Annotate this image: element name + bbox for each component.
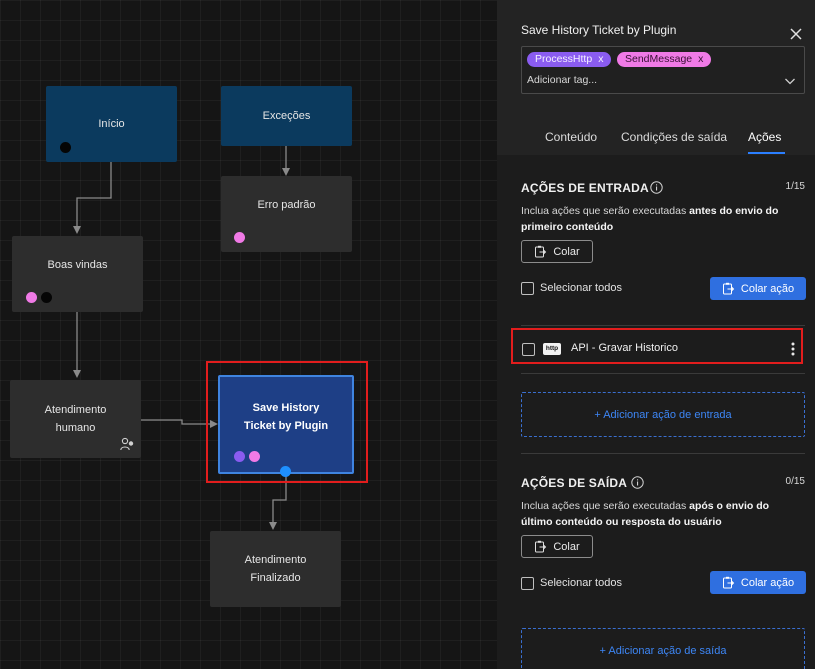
- select-all-label: Selecionar todos: [540, 577, 622, 589]
- node-label-line: Finalizado: [250, 572, 301, 584]
- node-label: Início: [98, 118, 125, 130]
- edge-inicio-boas-vindas: [76, 162, 112, 228]
- tab-condicoes-saida[interactable]: Condições de saída: [621, 130, 727, 144]
- node-dot: [234, 232, 245, 243]
- button-label: Colar ação: [740, 282, 795, 295]
- node-erro-padrao[interactable]: Erro padrão: [221, 176, 352, 252]
- active-tab-indicator: [748, 152, 785, 154]
- button-label: Colar ação: [740, 576, 795, 589]
- select-all-checkbox[interactable]: [521, 577, 534, 590]
- paste-button[interactable]: Colar: [521, 240, 593, 263]
- edge-atendimento-save: [141, 419, 212, 425]
- button-label: Colar: [553, 245, 580, 258]
- node-label: Atendimento Finalizado: [225, 551, 327, 587]
- remove-tag-button[interactable]: x: [598, 53, 603, 65]
- close-icon[interactable]: [789, 27, 803, 41]
- divider: [521, 373, 805, 374]
- properties-panel: Save History Ticket by Plugin ProcessHtt…: [497, 0, 815, 669]
- paste-icon: [722, 576, 735, 589]
- tag-chip: ProcessHttp x: [527, 52, 612, 67]
- panel-title: Save History Ticket by Plugin: [521, 23, 677, 37]
- chevron-down-icon[interactable]: [784, 75, 796, 87]
- node-label-line: humano: [55, 422, 96, 434]
- edge-save-finalizado: [272, 476, 287, 524]
- node-label: Exceções: [262, 110, 311, 122]
- paste-icon: [722, 282, 735, 295]
- description-text: Inclua ações que serão executadas: [521, 500, 690, 512]
- node-inicio[interactable]: Início: [46, 86, 177, 162]
- node-label: Erro padrão: [257, 199, 316, 211]
- add-entry-action-button[interactable]: + Adicionar ação de entrada: [521, 392, 805, 437]
- divider: [521, 453, 805, 454]
- button-label: Colar: [553, 540, 580, 553]
- node-label-line: Atendimento: [44, 404, 107, 416]
- select-all-label: Selecionar todos: [540, 282, 622, 294]
- divider: [521, 325, 805, 326]
- info-icon[interactable]: [650, 181, 663, 194]
- node-dot: [41, 292, 52, 303]
- node-atendimento-humano[interactable]: Atendimento humano: [10, 380, 141, 458]
- tag-label: SendMessage: [625, 53, 693, 65]
- paste-action-button[interactable]: Colar ação: [710, 571, 806, 594]
- node-atendimento-finalizado[interactable]: Atendimento Finalizado: [210, 531, 341, 607]
- remove-tag-button[interactable]: x: [698, 53, 703, 65]
- tag-chip: SendMessage x: [617, 52, 712, 67]
- add-exit-action-button[interactable]: + Adicionar ação de saída: [521, 628, 805, 669]
- panel-header: Save History Ticket by Plugin ProcessHtt…: [497, 0, 815, 155]
- tab-acoes[interactable]: Ações: [748, 130, 781, 144]
- node-excecoes[interactable]: Exceções: [221, 86, 352, 146]
- highlight-frame: [206, 361, 368, 483]
- node-dot: [60, 142, 71, 153]
- node-label-line: Atendimento: [244, 554, 307, 566]
- entry-actions-title: AÇÕES DE ENTRADA: [521, 181, 649, 195]
- entry-actions-description: Inclua ações que serão executadas antes …: [521, 203, 791, 235]
- entry-actions-counter: 1/15: [785, 181, 805, 192]
- highlight-frame: [511, 328, 803, 364]
- tag-label: ProcessHttp: [535, 53, 593, 65]
- exit-actions-description: Inclua ações que serão executadas após o…: [521, 498, 791, 530]
- node-dot: [26, 292, 37, 303]
- info-icon[interactable]: [631, 476, 644, 489]
- tab-conteudo[interactable]: Conteúdo: [545, 130, 597, 144]
- node-label: Atendimento humano: [25, 401, 127, 437]
- human-agent-icon: [120, 437, 134, 451]
- tag-input[interactable]: Adicionar tag...: [527, 74, 597, 86]
- flow-canvas[interactable]: Início Exceções Erro padrão Boas vindas …: [0, 0, 497, 669]
- node-label: Boas vindas: [47, 259, 108, 271]
- exit-actions-title: AÇÕES DE SAÍDA: [521, 476, 628, 490]
- paste-icon: [535, 540, 547, 553]
- tag-selector[interactable]: ProcessHttp x SendMessage x Adicionar tag.…: [521, 46, 805, 94]
- paste-action-button[interactable]: Colar ação: [710, 277, 806, 300]
- paste-icon: [535, 245, 547, 258]
- paste-button[interactable]: Colar: [521, 535, 593, 558]
- description-text: Inclua ações que serão executadas: [521, 205, 690, 217]
- node-boas-vindas[interactable]: Boas vindas: [12, 236, 143, 312]
- select-all-checkbox[interactable]: [521, 282, 534, 295]
- exit-actions-counter: 0/15: [785, 476, 805, 487]
